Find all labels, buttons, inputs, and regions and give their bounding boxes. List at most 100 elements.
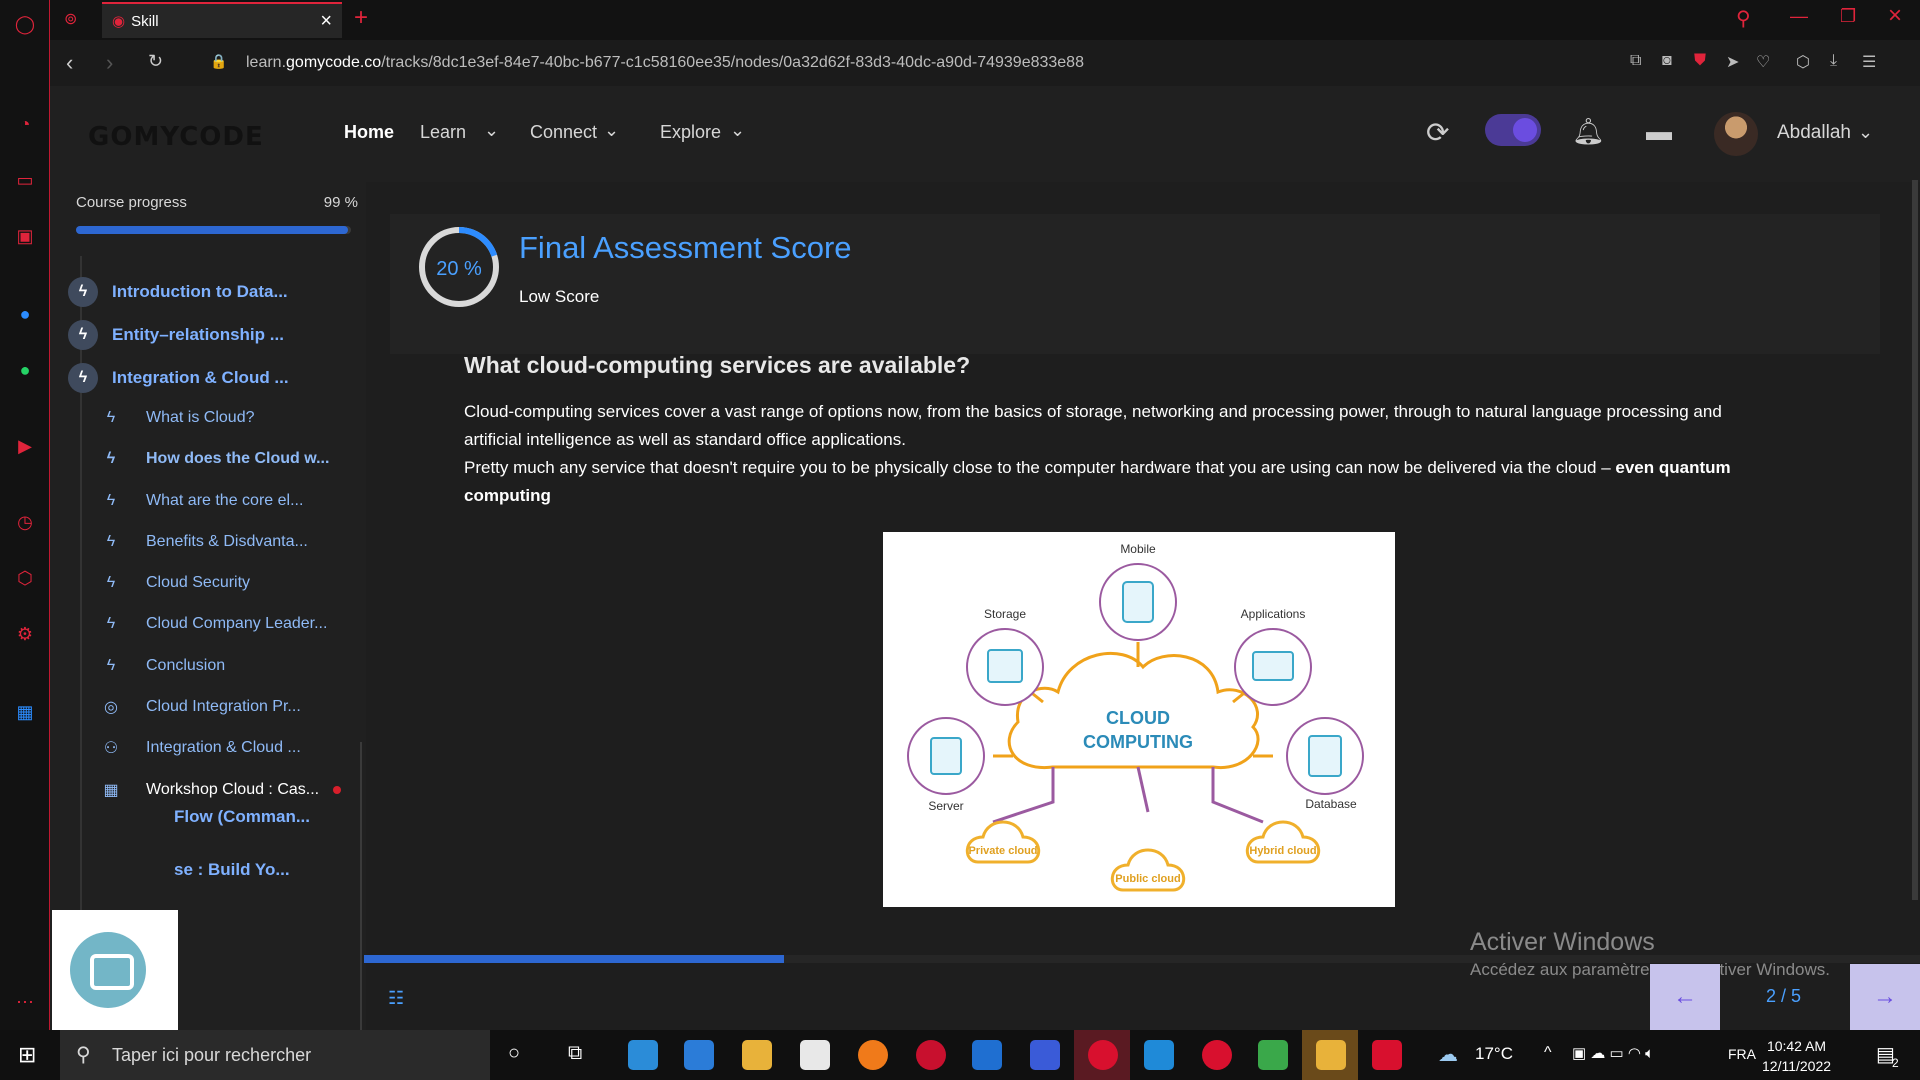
teams-icon[interactable] [1030, 1040, 1060, 1070]
bell-icon[interactable]: 🔔︎ [1572, 116, 1605, 147]
sidebar-scrollbar[interactable] [360, 742, 362, 1032]
adblock-icon[interactable]: ⛊ [1694, 52, 1706, 70]
opera-tab-icon: ◉ [112, 13, 126, 30]
chat-icon[interactable]: ▬ [1646, 116, 1672, 147]
reload-icon[interactable]: ↻ [148, 51, 163, 72]
nav-learn[interactable]: Learn [420, 122, 466, 143]
username[interactable]: Abdallah [1777, 122, 1851, 144]
chevron-down-icon[interactable]: ⌄ [484, 120, 499, 141]
opera-icon[interactable] [1202, 1040, 1232, 1070]
taskbar-search[interactable]: ⚲ Taper ici pour rechercher [60, 1030, 490, 1080]
cube-icon[interactable]: ⬡ [1796, 52, 1810, 72]
list-icon[interactable]: ☷ [388, 988, 404, 1009]
page-scrollbar[interactable] [1912, 180, 1918, 900]
nav-explore[interactable]: Explore [660, 122, 721, 143]
bolt-icon: ϟ [68, 277, 98, 307]
sync-icon[interactable]: ⟳ [1426, 116, 1449, 149]
shield-icon[interactable] [972, 1040, 1002, 1070]
tab-skill[interactable]: ◉ Skill × [102, 2, 342, 38]
close-tab-icon[interactable]: × [320, 10, 332, 33]
lesson-integration-team[interactable]: ⚇ Integration & Cloud ... [98, 731, 368, 765]
lesson-conclusion[interactable]: ϟ Conclusion [98, 649, 368, 683]
more-icon[interactable]: ⋯ [13, 990, 37, 1014]
bolt-icon: ϟ [106, 615, 116, 632]
speed-dial-icon[interactable]: ◔ [13, 112, 37, 136]
task-view-icon[interactable]: ⧉ [568, 1042, 582, 1065]
notifications-count: 2 [1892, 1056, 1899, 1070]
bolt-icon: ϟ [68, 320, 98, 350]
lesson-integration-project[interactable]: ◎ Cloud Integration Pr... [98, 690, 368, 724]
section-intro-data[interactable]: ϟ Introduction to Data... [68, 272, 358, 312]
send-icon[interactable]: ➤ [1726, 52, 1739, 72]
store-icon[interactable] [800, 1040, 830, 1070]
translate-icon[interactable]: ▦ [13, 700, 37, 724]
weather-icon[interactable]: ☁ [1438, 1042, 1458, 1067]
mail-icon[interactable] [684, 1040, 714, 1070]
restore-icon[interactable]: ❐ [1840, 6, 1856, 27]
clock[interactable]: 10:42 AM 12/11/2022 [1762, 1036, 1831, 1076]
easy-setup-icon[interactable]: ☰ [1862, 52, 1876, 72]
opera-logo-icon[interactable]: ◯ [13, 12, 37, 36]
arrow-left-icon: ← [1673, 983, 1697, 1010]
forward-icon[interactable]: › [106, 50, 113, 76]
twitch-icon[interactable]: ▣ [13, 224, 37, 248]
vscode-icon[interactable] [1144, 1040, 1174, 1070]
camera-icon[interactable]: ◙ [1662, 52, 1672, 70]
upload-icon[interactable] [1372, 1040, 1402, 1070]
tray-icons[interactable]: ▣ ☁ ▭ ◠ 🔈︎ [1572, 1044, 1654, 1062]
dark-mode-toggle[interactable] [1485, 114, 1541, 146]
app-red-icon[interactable] [916, 1040, 946, 1070]
chevron-down-icon[interactable]: ⌄ [1858, 122, 1873, 143]
cortana-icon[interactable]: ○ [508, 1042, 520, 1065]
language-indicator[interactable]: FRA [1728, 1046, 1756, 1062]
git-icon[interactable] [1258, 1040, 1288, 1070]
firefox-icon[interactable] [858, 1040, 888, 1070]
whatsapp-icon[interactable]: ● [13, 358, 37, 382]
windows-start-icon[interactable]: ⊞ [18, 1042, 36, 1068]
lesson-how-cloud-works[interactable]: ϟ How does the Cloud w... [98, 442, 368, 476]
opera-gx-icon [1088, 1040, 1118, 1070]
lesson-core-elements[interactable]: ϟ What are the core el... [98, 484, 368, 518]
url-field[interactable]: learn.gomycode.co/tracks/8dc1e3ef-84e7-4… [246, 54, 1084, 72]
avatar[interactable] [1714, 112, 1758, 156]
score-subtitle: Low Score [519, 287, 600, 306]
section-entity-relationship[interactable]: ϟ Entity–relationship ... [68, 315, 358, 355]
lesson-what-is-cloud[interactable]: ϟ What is Cloud? [98, 401, 368, 435]
close-window-icon[interactable]: × [1888, 2, 1902, 30]
target-icon: ◎ [104, 699, 118, 716]
address-bar: ‹ › ↻ 🔒 learn.gomycode.co/tracks/8dc1e3e… [50, 40, 1920, 86]
heart-icon[interactable]: ♡ [1756, 52, 1770, 72]
extensions-icon[interactable]: ⬡ [13, 566, 37, 590]
player-icon[interactable]: ▶ [13, 434, 37, 458]
new-tab-icon[interactable]: + [354, 4, 368, 32]
lesson-cloud-security[interactable]: ϟ Cloud Security [98, 566, 368, 600]
settings-icon[interactable]: ⚙ [13, 622, 37, 646]
next-button[interactable]: → [1850, 964, 1920, 1030]
nav-connect[interactable]: Connect [530, 122, 597, 143]
chevron-up-icon[interactable]: ^ [1544, 1044, 1552, 1062]
download-icon[interactable]: ⤓ [1830, 52, 1837, 70]
history-icon[interactable]: ◷ [13, 510, 37, 534]
search-tabs-icon[interactable]: ⚲ [1736, 6, 1751, 31]
snapshot-icon[interactable]: ⧉ [1630, 52, 1641, 70]
paragraph-2: Pretty much any service that doesn't req… [464, 458, 1731, 505]
section-integration-cloud[interactable]: ϟ Integration & Cloud ... [68, 358, 358, 398]
lesson-benefits[interactable]: ϟ Benefits & Disdvanta... [98, 525, 368, 559]
minimize-icon[interactable]: — [1790, 6, 1808, 27]
prev-button[interactable]: ← [1650, 964, 1720, 1030]
lesson-company-leaders[interactable]: ϟ Cloud Company Leader... [98, 607, 368, 641]
shopping-icon[interactable]: ▭ [13, 168, 37, 192]
bolt-icon: ϟ [106, 492, 116, 509]
explorer-icon[interactable] [742, 1040, 772, 1070]
nav-home[interactable]: Home [344, 122, 394, 143]
back-icon[interactable]: ‹ [66, 50, 73, 76]
chat-bubble-icon[interactable] [70, 932, 146, 1008]
messenger-icon[interactable]: ● [13, 302, 37, 326]
tab-title: Skill [131, 12, 159, 30]
gx-control-icon[interactable]: ⊚ [64, 9, 77, 29]
chevron-down-icon[interactable]: ⌄ [730, 120, 745, 141]
edge-icon[interactable] [628, 1040, 658, 1070]
weather-temp[interactable]: 17°C [1475, 1044, 1513, 1064]
chevron-down-icon[interactable]: ⌄ [604, 120, 619, 141]
gomycode-logo[interactable]: GOMYCODE [88, 122, 264, 152]
